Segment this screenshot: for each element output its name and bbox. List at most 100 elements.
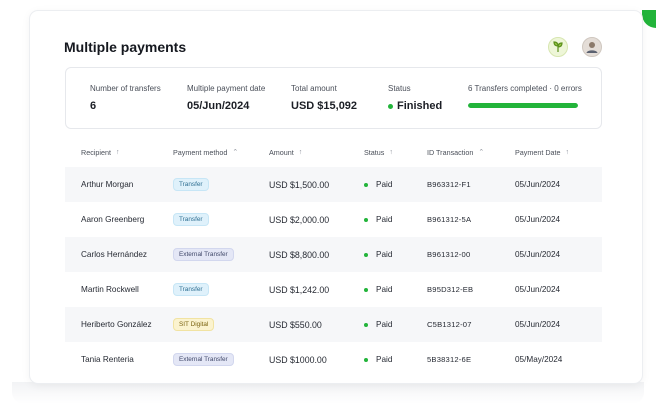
column-header-recipient[interactable]: Recipient ↑ [65, 148, 173, 157]
summary-status-value: Finished [388, 100, 442, 112]
table-row[interactable]: Martin Rockwell Transfer USD $1,242.00 Paid… [65, 272, 602, 307]
cell-status: Paid [364, 250, 427, 259]
cell-status: Paid [364, 355, 427, 364]
payment-method-badge: Transfer [173, 283, 209, 296]
summary-total-label: Total amount [291, 84, 337, 93]
column-header-status[interactable]: Status ↑ [364, 148, 427, 157]
cell-payment-method: External Transfer [173, 248, 269, 261]
summary-status-label: Status [388, 84, 411, 93]
status-dot-icon [364, 322, 368, 327]
cell-amount: USD $550.00 [269, 319, 322, 330]
corner-accent [642, 10, 656, 28]
summary-status: Status Finished [388, 84, 442, 112]
summary-total: Total amount USD $15,092 [291, 84, 357, 112]
column-header-id-transaction[interactable]: ID Transaction ⌃ [427, 148, 515, 157]
summary-date-label: Multiple payment date [187, 84, 266, 93]
status-dot-icon [364, 252, 368, 257]
status-dot-icon [364, 182, 368, 187]
company-logo-icon[interactable] [548, 37, 568, 57]
cell-id-transaction: C5B1312-07 [427, 320, 472, 329]
sort-arrow-icon: ↑ [565, 148, 570, 156]
device-base [12, 382, 644, 404]
cell-status: Paid [364, 285, 427, 294]
payment-method-badge: External Transfer [173, 353, 234, 366]
user-avatar-icon[interactable] [582, 37, 602, 57]
summary-card: Number of transfers 6 Multiple payment d… [65, 67, 602, 129]
cell-payment-method: External Transfer [173, 353, 269, 366]
table-row[interactable]: Tania Renteria External Transfer USD $1000… [65, 342, 602, 377]
status-dot-icon [388, 103, 393, 109]
status-dot-icon [364, 357, 368, 362]
sort-arrow-icon: ⌃ [478, 149, 485, 156]
cell-amount: USD $8,800.00 [269, 249, 330, 260]
payments-table: Recipient ↑ Payment method ⌃ Amount ↑ Statu… [65, 137, 602, 377]
cell-amount: USD $1000.00 [269, 354, 327, 365]
page-header: Multiple payments [64, 33, 602, 61]
cell-payment-method: SIT Digital [173, 318, 269, 331]
cell-recipient: Arthur Morgan [81, 180, 134, 189]
summary-transfers: Number of transfers 6 [90, 84, 161, 112]
cell-status: Paid [364, 215, 427, 224]
cell-id-transaction: 5B38312-6E [427, 355, 472, 364]
payment-method-badge: Transfer [173, 178, 209, 191]
sort-arrow-icon: ⌃ [232, 149, 239, 156]
status-text: Paid [376, 215, 393, 224]
page-title: Multiple payments [64, 39, 187, 55]
payment-method-badge: SIT Digital [173, 318, 215, 331]
header-avatars [548, 37, 602, 57]
cell-id-transaction: B963312-F1 [427, 180, 471, 189]
summary-transfers-value: 6 [90, 100, 97, 112]
cell-recipient: Heriberto González [81, 320, 152, 329]
app-window: Multiple payments Number of transfers 6 … [30, 11, 642, 383]
cell-recipient: Tania Renteria [81, 355, 134, 364]
sort-arrow-icon: ↑ [115, 148, 120, 156]
cell-payment-date: 05/Jun/2024 [515, 320, 561, 329]
cell-amount: USD $1,242.00 [269, 284, 330, 295]
column-header-payment-method[interactable]: Payment method ⌃ [173, 148, 269, 157]
cell-payment-method: Transfer [173, 178, 269, 191]
summary-transfers-label: Number of transfers [90, 84, 161, 93]
status-text: Paid [376, 355, 393, 364]
cell-payment-method: Transfer [173, 213, 269, 226]
cell-amount: USD $2,000.00 [269, 214, 330, 225]
cell-payment-method: Transfer [173, 283, 269, 296]
cell-status: Paid [364, 180, 427, 189]
cell-id-transaction: B961312-5A [427, 215, 472, 224]
cell-payment-date: 05/Jun/2024 [515, 180, 561, 189]
status-dot-icon [364, 217, 368, 222]
table-row[interactable]: Heriberto González SIT Digital USD $550.00… [65, 307, 602, 342]
progress-bar-fill [468, 103, 578, 108]
status-text: Paid [376, 250, 393, 259]
cell-recipient: Carlos Hernández [81, 250, 147, 259]
sort-arrow-icon: ↑ [389, 148, 393, 156]
cell-recipient: Martin Rockwell [81, 285, 139, 294]
cell-status: Paid [364, 320, 427, 329]
cell-payment-date: 05/May/2024 [515, 355, 563, 364]
summary-date-value: 05/Jun/2024 [187, 100, 250, 112]
column-header-amount[interactable]: Amount ↑ [269, 148, 364, 157]
status-text: Paid [376, 285, 393, 294]
summary-status-text: Finished [397, 100, 443, 112]
table-row[interactable]: Carlos Hernández External Transfer USD $8,… [65, 237, 602, 272]
cell-payment-date: 05/Jun/2024 [515, 285, 561, 294]
column-header-payment-date[interactable]: Payment Date ↑ [515, 148, 602, 157]
payment-method-badge: Transfer [173, 213, 209, 226]
cell-payment-date: 05/Jun/2024 [515, 215, 561, 224]
status-text: Paid [376, 180, 393, 189]
summary-progress: 6 Transfers completed · 0 errors [468, 84, 582, 108]
summary-date: Multiple payment date 05/Jun/2024 [187, 84, 265, 112]
cell-recipient: Aaron Greenberg [81, 215, 145, 224]
table-row[interactable]: Arthur Morgan Transfer USD $1,500.00 Paid B9… [65, 167, 602, 202]
cell-amount: USD $1,500.00 [269, 179, 330, 190]
progress-bar [468, 103, 578, 108]
sort-arrow-icon: ↑ [298, 148, 303, 156]
table-body: Arthur Morgan Transfer USD $1,500.00 Paid B9… [65, 167, 602, 377]
payment-method-badge: External Transfer [173, 248, 234, 261]
cell-payment-date: 05/Jun/2024 [515, 250, 561, 259]
cell-id-transaction: B95D312-EB [427, 285, 474, 294]
cell-id-transaction: B961312-00 [427, 250, 471, 259]
summary-total-value: USD $15,092 [291, 100, 358, 112]
status-text: Paid [376, 320, 393, 329]
status-dot-icon [364, 287, 368, 292]
table-row[interactable]: Aaron Greenberg Transfer USD $2,000.00 Paid… [65, 202, 602, 237]
